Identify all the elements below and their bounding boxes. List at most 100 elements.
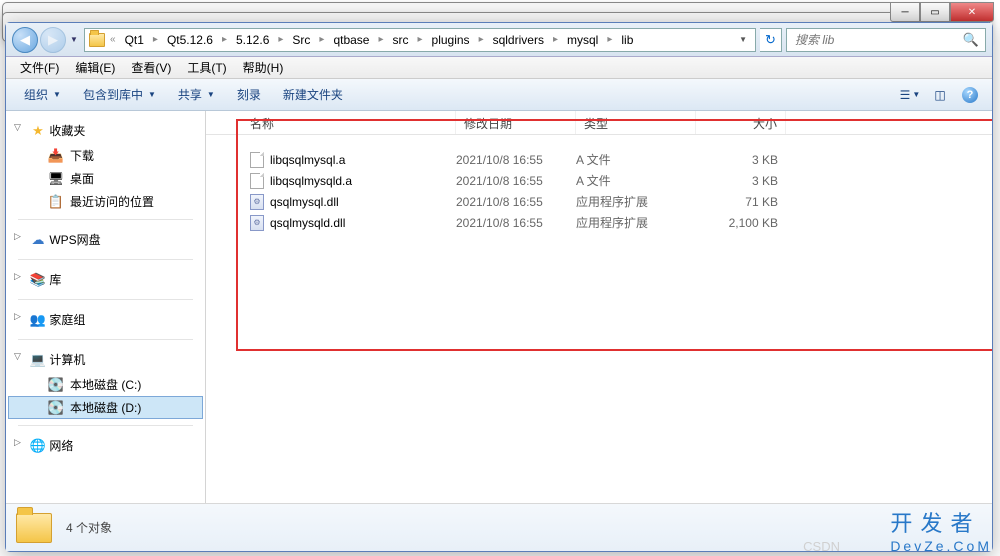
toolbar: 组织▼ 包含到库中▼ 共享▼ 刻录 新建文件夹 ☰ ▼ ◫ ? — [6, 79, 992, 111]
menu-edit[interactable]: 编辑(E) — [67, 57, 123, 78]
chevron-down-icon: ▼ — [207, 90, 215, 99]
breadcrumb-item[interactable]: src — [389, 31, 413, 49]
menu-file[interactable]: 文件(F) — [12, 57, 67, 78]
refresh-button[interactable]: ↻ — [760, 28, 782, 52]
chevron-right-icon[interactable]: ▸ — [150, 34, 161, 45]
maximize-button[interactable]: ▭ — [920, 2, 950, 22]
organize-button[interactable]: 组织▼ — [14, 82, 71, 107]
dll-file-icon — [250, 194, 264, 210]
chevron-right-icon[interactable]: ▸ — [316, 34, 327, 45]
breadcrumb-item[interactable]: plugins — [428, 31, 474, 49]
help-button[interactable]: ? — [956, 83, 984, 107]
sidebar-libraries[interactable]: 📚 库 — [8, 266, 203, 293]
computer-icon: 💻 — [30, 353, 46, 367]
file-name: qsqlmysqld.dll — [270, 216, 345, 230]
file-type: A 文件 — [576, 172, 696, 189]
file-row[interactable]: qsqlmysql.dll2021/10/8 16:55应用程序扩展71 KB — [206, 191, 992, 212]
menu-view[interactable]: 查看(V) — [123, 57, 179, 78]
navigation-pane: ★ 收藏夹 📥下载 🖥桌面 📋最近访问的位置 ☁ WPS网盘 📚 库 👥 家庭组… — [6, 111, 206, 503]
sidebar-network[interactable]: 🌐 网络 — [8, 432, 203, 459]
close-button[interactable]: ✕ — [950, 2, 994, 22]
nav-back-button[interactable]: ◀ — [12, 27, 38, 53]
file-date: 2021/10/8 16:55 — [456, 195, 576, 209]
file-type: 应用程序扩展 — [576, 214, 696, 231]
sidebar-recent[interactable]: 📋最近访问的位置 — [8, 190, 203, 213]
column-type[interactable]: 类型 — [576, 111, 696, 134]
new-folder-button[interactable]: 新建文件夹 — [273, 82, 353, 107]
breadcrumb-item[interactable]: mysql — [563, 31, 602, 49]
generic-file-icon — [250, 152, 264, 168]
chevron-right-icon[interactable]: ▸ — [476, 34, 487, 45]
library-icon: 📚 — [30, 273, 46, 287]
menu-tools[interactable]: 工具(T) — [179, 57, 234, 78]
details-pane: 4 个对象 — [6, 503, 992, 551]
column-headers: 名称 修改日期 类型 大小 — [206, 111, 992, 135]
file-type: 应用程序扩展 — [576, 193, 696, 210]
preview-pane-button[interactable]: ◫ — [926, 83, 954, 107]
breadcrumb-root-chevron[interactable]: « — [107, 34, 119, 45]
menu-help[interactable]: 帮助(H) — [235, 57, 292, 78]
sidebar-homegroup[interactable]: 👥 家庭组 — [8, 306, 203, 333]
address-bar-row: ◀ ▶ ▼ « Qt1 ▸ Qt5.12.6 ▸ 5.12.6 ▸ Src ▸ … — [6, 23, 992, 57]
recent-icon: 📋 — [48, 195, 64, 209]
breadcrumb-item[interactable]: lib — [617, 31, 637, 49]
chevron-right-icon[interactable]: ▸ — [550, 34, 561, 45]
search-input[interactable] — [793, 32, 963, 48]
minimize-button[interactable]: ─ — [890, 2, 920, 22]
folder-icon — [16, 513, 52, 543]
breadcrumb-item[interactable]: 5.12.6 — [232, 31, 273, 49]
column-date[interactable]: 修改日期 — [456, 111, 576, 134]
file-date: 2021/10/8 16:55 — [456, 174, 576, 188]
file-row[interactable]: libqsqlmysqld.a 2021/10/8 16:55A 文件3 KB — [206, 170, 992, 191]
column-size[interactable]: 大小 — [696, 111, 786, 134]
search-box[interactable]: 🔍 — [786, 28, 986, 52]
sidebar-desktop[interactable]: 🖥桌面 — [8, 167, 203, 190]
breadcrumb-item[interactable]: Src — [288, 31, 314, 49]
sidebar-downloads[interactable]: 📥下载 — [8, 144, 203, 167]
address-bar[interactable]: « Qt1 ▸ Qt5.12.6 ▸ 5.12.6 ▸ Src ▸ qtbase… — [84, 28, 756, 52]
breadcrumb-item[interactable]: Qt5.12.6 — [163, 31, 217, 49]
chevron-right-icon[interactable]: ▸ — [415, 34, 426, 45]
file-list-pane: 名称 修改日期 类型 大小 libqsqlmysql.a 2021/10/8 16… — [206, 111, 992, 503]
chevron-right-icon[interactable]: ▸ — [604, 34, 615, 45]
file-date: 2021/10/8 16:55 — [456, 153, 576, 167]
view-options-button[interactable]: ☰ ▼ — [896, 83, 924, 107]
desktop-icon: 🖥 — [48, 172, 64, 186]
chevron-right-icon[interactable]: ▸ — [275, 34, 286, 45]
folder-icon — [89, 33, 105, 47]
generic-file-icon — [250, 173, 264, 189]
breadcrumb-item[interactable]: sqldrivers — [489, 31, 548, 49]
chevron-right-icon[interactable]: ▸ — [219, 34, 230, 45]
address-dropdown[interactable]: ▼ — [735, 35, 751, 44]
breadcrumb-item[interactable]: qtbase — [329, 31, 373, 49]
sidebar-drive-c[interactable]: 💽本地磁盘 (C:) — [8, 373, 203, 396]
chevron-down-icon: ▼ — [912, 90, 920, 99]
file-size: 3 KB — [696, 174, 786, 188]
nav-forward-button[interactable]: ▶ — [40, 27, 66, 53]
file-type: A 文件 — [576, 151, 696, 168]
include-in-library-button[interactable]: 包含到库中▼ — [73, 82, 166, 107]
sidebar-drive-d[interactable]: 💽本地磁盘 (D:) — [8, 396, 203, 419]
chevron-right-icon[interactable]: ▸ — [375, 34, 386, 45]
menu-bar: 文件(F) 编辑(E) 查看(V) 工具(T) 帮助(H) — [6, 57, 992, 79]
sidebar-wps[interactable]: ☁ WPS网盘 — [8, 226, 203, 253]
file-size: 3 KB — [696, 153, 786, 167]
file-row[interactable]: libqsqlmysql.a 2021/10/8 16:55A 文件3 KB — [206, 149, 992, 170]
column-name[interactable]: 名称 — [206, 111, 456, 134]
homegroup-icon: 👥 — [30, 313, 46, 327]
burn-button[interactable]: 刻录 — [227, 82, 271, 107]
file-name: libqsqlmysql.a — [270, 153, 345, 167]
file-row[interactable]: qsqlmysqld.dll2021/10/8 16:55应用程序扩展2,100… — [206, 212, 992, 233]
file-name: libqsqlmysqld.a — [270, 174, 352, 188]
disk-icon: 💽 — [48, 401, 64, 415]
sidebar-computer-header[interactable]: 💻 计算机 — [8, 346, 203, 373]
share-button[interactable]: 共享▼ — [168, 82, 225, 107]
star-icon: ★ — [30, 124, 46, 138]
file-size: 2,100 KB — [696, 216, 786, 230]
breadcrumb-item[interactable]: Qt1 — [121, 31, 148, 49]
search-icon[interactable]: 🔍 — [963, 32, 979, 48]
sidebar-favorites-header[interactable]: ★ 收藏夹 — [8, 117, 203, 144]
network-icon: 🌐 — [30, 439, 46, 453]
question-icon: ? — [962, 87, 978, 103]
nav-history-dropdown[interactable]: ▼ — [68, 27, 80, 53]
